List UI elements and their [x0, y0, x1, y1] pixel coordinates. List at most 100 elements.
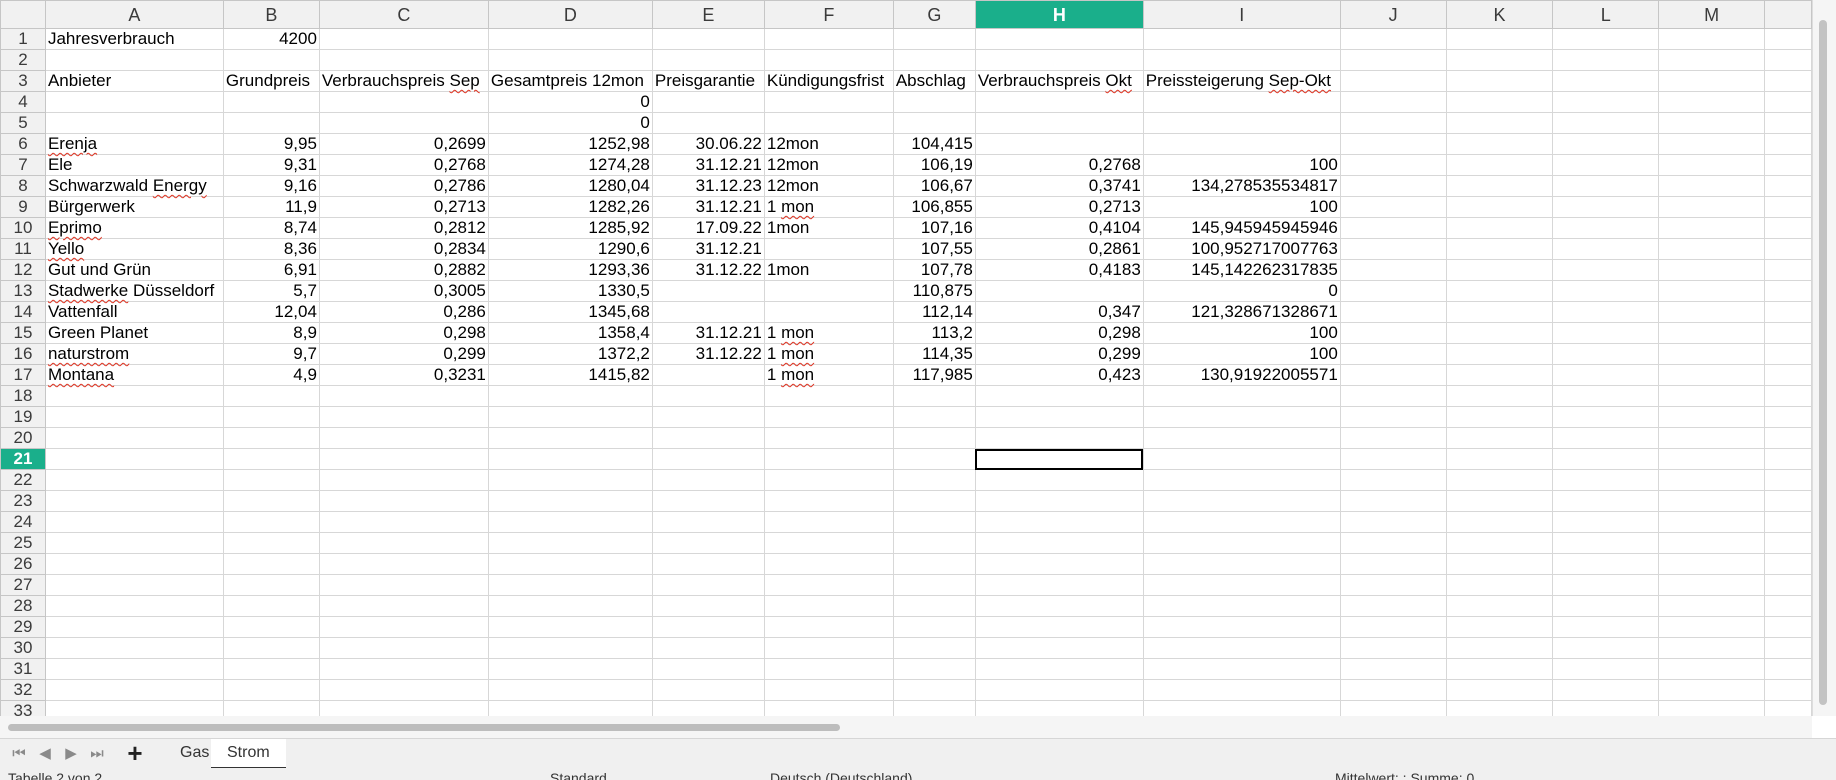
cell-f27[interactable]	[763, 574, 894, 596]
cell-f18[interactable]	[763, 385, 894, 407]
cell-j12[interactable]	[1339, 259, 1447, 281]
cell-m16[interactable]	[1658, 343, 1766, 365]
cell-l10[interactable]	[1552, 217, 1660, 239]
cell-c27[interactable]	[318, 574, 489, 596]
cell-i19[interactable]	[1142, 406, 1341, 428]
cell-g15[interactable]: 113,2	[892, 322, 976, 344]
cell-l12[interactable]	[1552, 259, 1660, 281]
cell-h9[interactable]: 0,2713	[974, 196, 1144, 218]
cell-c18[interactable]	[318, 385, 489, 407]
cell-m3[interactable]	[1658, 70, 1766, 92]
cell-b10[interactable]: 8,74	[222, 217, 320, 239]
cell-f31[interactable]	[763, 658, 894, 680]
cell-a2[interactable]	[44, 49, 224, 71]
cell-h1[interactable]	[974, 28, 1144, 50]
cell-i10[interactable]: 145,945945945946	[1142, 217, 1341, 239]
cell-a24[interactable]	[44, 511, 224, 533]
cell-j32[interactable]	[1339, 679, 1447, 701]
cell-d15[interactable]: 1358,4	[487, 322, 653, 344]
column-header-i[interactable]: I	[1142, 0, 1341, 29]
cell-b6[interactable]: 9,95	[222, 133, 320, 155]
cell-m7[interactable]	[1658, 154, 1766, 176]
cell-j31[interactable]	[1339, 658, 1447, 680]
cell-j27[interactable]	[1339, 574, 1447, 596]
cell-a26[interactable]	[44, 553, 224, 575]
cell-k16[interactable]	[1445, 343, 1554, 365]
cell-c29[interactable]	[318, 616, 489, 638]
cell-a10[interactable]: Eprimo	[44, 217, 224, 239]
cell-k4[interactable]	[1445, 91, 1554, 113]
cell-f13[interactable]	[763, 280, 894, 302]
cell-g14[interactable]: 112,14	[892, 301, 976, 323]
cell-d2[interactable]	[487, 49, 653, 71]
cell-i29[interactable]	[1142, 616, 1341, 638]
cell-c31[interactable]	[318, 658, 489, 680]
cell-d25[interactable]	[487, 532, 653, 554]
cell-h23[interactable]	[974, 490, 1144, 512]
cell-b30[interactable]	[222, 637, 320, 659]
cell-a3[interactable]: Anbieter	[44, 70, 224, 92]
cell-e27[interactable]	[651, 574, 765, 596]
cell-e23[interactable]	[651, 490, 765, 512]
cell-m30[interactable]	[1658, 637, 1766, 659]
cell-b33[interactable]	[222, 700, 320, 716]
cell-c1[interactable]	[318, 28, 489, 50]
cell-l4[interactable]	[1552, 91, 1660, 113]
cell-i15[interactable]: 100	[1142, 322, 1341, 344]
cell-d4[interactable]: 0	[487, 91, 653, 113]
cell-g5[interactable]	[892, 112, 976, 134]
cell-l25[interactable]	[1552, 532, 1660, 554]
column-header-g[interactable]: G	[892, 0, 976, 29]
cell-i20[interactable]	[1142, 427, 1341, 449]
cell-i26[interactable]	[1142, 553, 1341, 575]
cell-b4[interactable]	[222, 91, 320, 113]
cell-e8[interactable]: 31.12.23	[651, 175, 765, 197]
row-header[interactable]: 15	[0, 322, 46, 344]
cell-e12[interactable]: 31.12.22	[651, 259, 765, 281]
cell-l21[interactable]	[1552, 448, 1660, 470]
cell-b17[interactable]: 4,9	[222, 364, 320, 386]
cell-d20[interactable]	[487, 427, 653, 449]
cell-k28[interactable]	[1445, 595, 1554, 617]
row-header[interactable]: 2	[0, 49, 46, 71]
cell-a30[interactable]	[44, 637, 224, 659]
cell-d21[interactable]	[487, 448, 653, 470]
cell-c8[interactable]: 0,2786	[318, 175, 489, 197]
cell-d18[interactable]	[487, 385, 653, 407]
cell-c21[interactable]	[318, 448, 489, 470]
cell-i13[interactable]: 0	[1142, 280, 1341, 302]
cell-h13[interactable]	[974, 280, 1144, 302]
cell-g31[interactable]	[892, 658, 976, 680]
row-header[interactable]: 8	[0, 175, 46, 197]
cell-d28[interactable]	[487, 595, 653, 617]
cell-b21[interactable]	[222, 448, 320, 470]
cell-f5[interactable]	[763, 112, 894, 134]
row-header[interactable]: 27	[0, 574, 46, 596]
cell-c7[interactable]: 0,2768	[318, 154, 489, 176]
cell-l2[interactable]	[1552, 49, 1660, 71]
cell-l11[interactable]	[1552, 238, 1660, 260]
cell-a19[interactable]	[44, 406, 224, 428]
cell-j6[interactable]	[1339, 133, 1447, 155]
cell-b22[interactable]	[222, 469, 320, 491]
row-header[interactable]: 9	[0, 196, 46, 218]
column-header-l[interactable]: L	[1552, 0, 1660, 29]
cell-i28[interactable]	[1142, 595, 1341, 617]
cell-d6[interactable]: 1252,98	[487, 133, 653, 155]
cell-j14[interactable]	[1339, 301, 1447, 323]
row-header[interactable]: 18	[0, 385, 46, 407]
cell-c6[interactable]: 0,2699	[318, 133, 489, 155]
cell-c22[interactable]	[318, 469, 489, 491]
cell-m12[interactable]	[1658, 259, 1766, 281]
cell-h18[interactable]	[974, 385, 1144, 407]
cell-d3[interactable]: Gesamtpreis 12mon	[487, 70, 653, 92]
cell-h29[interactable]	[974, 616, 1144, 638]
cell-i18[interactable]	[1142, 385, 1341, 407]
cell-m32[interactable]	[1658, 679, 1766, 701]
cell-i14[interactable]: 121,328671328671	[1142, 301, 1341, 323]
cell-j4[interactable]	[1339, 91, 1447, 113]
cell-i17[interactable]: 130,91922005571	[1142, 364, 1341, 386]
cell-m4[interactable]	[1658, 91, 1766, 113]
cell-d17[interactable]: 1415,82	[487, 364, 653, 386]
cell-a14[interactable]: Vattenfall	[44, 301, 224, 323]
